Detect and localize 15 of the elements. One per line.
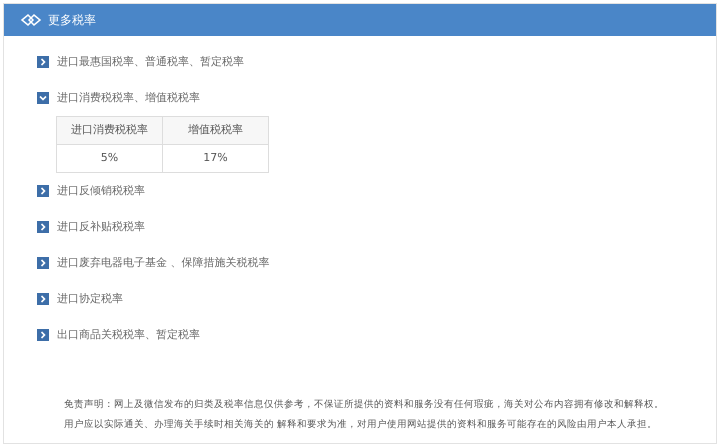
column-header: 增值税税率 bbox=[162, 116, 268, 144]
accordion-item[interactable]: 进口反倾销税税率 bbox=[4, 173, 716, 209]
accordion-item[interactable]: 出口商品关税税率、暂定税率 bbox=[4, 317, 716, 353]
accordion-item[interactable]: 进口废弃电器电子基金 、保障措施关税税率 bbox=[4, 245, 716, 281]
panel-title: 更多税率 bbox=[48, 12, 96, 29]
disclaimer-text: 用户应以实际通关、办理海关手续时相关海关的 解释和要求为准，对用户使用网站提供的资料和服务可能存在的风险由用户本人承担。 bbox=[64, 418, 658, 432]
disclaimer-text: 免责声明：网上及微信发布的归类及税率信息仅供参考，不保证所提供的资料和服务没有任何瑕疵，海关对公布内容拥有修改和解释权。 bbox=[64, 398, 665, 412]
accordion-item[interactable]: 进口反补贴税税率 bbox=[4, 209, 716, 245]
accordion-item[interactable]: 进口协定税率 bbox=[4, 281, 716, 317]
table-cell: 5% bbox=[56, 144, 162, 172]
accordion-item[interactable]: 进口消费税税率、增值税税率 bbox=[4, 80, 716, 116]
accordion-item[interactable]: 进口最惠国税率、普通税率、暂定税率 bbox=[4, 44, 716, 80]
table-cell: 17% bbox=[162, 144, 268, 172]
logo-icon bbox=[20, 12, 42, 28]
column-header: 进口消费税税率 bbox=[56, 116, 162, 144]
